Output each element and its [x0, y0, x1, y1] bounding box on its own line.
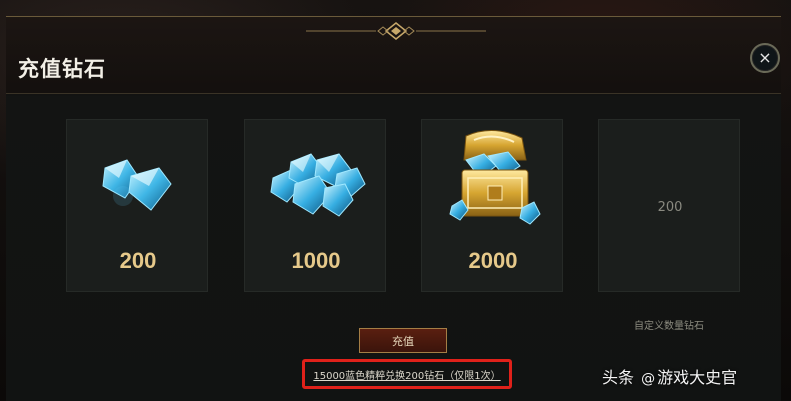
watermark-at: @ — [641, 371, 656, 387]
close-icon: × — [758, 48, 772, 67]
diamond-amount: 200 — [119, 248, 157, 273]
diamond-pile-icon — [270, 153, 366, 217]
diamond-small-icon — [102, 159, 172, 211]
diamond-option-card-200[interactable]: 200 — [66, 119, 208, 292]
diamond-amount: 1000 — [291, 248, 341, 273]
diamond-option-card-2000[interactable]: 2000 — [421, 119, 563, 292]
modal-title: 充值钻石 — [18, 57, 106, 81]
custom-amount-value[interactable]: 200 — [599, 200, 741, 215]
close-button[interactable]: × — [750, 43, 780, 73]
diamond-amount: 2000 — [468, 248, 518, 273]
recharge-diamond-modal: 充值钻石 × 200 1000 2000 200 自定义数量钻石 充值 1500… — [6, 16, 781, 401]
exchange-essence-link[interactable]: 15000蓝色精粹兑换200钻石（仅限1次） — [305, 367, 509, 382]
custom-diamond-card[interactable]: 200 — [598, 119, 740, 292]
exchange-highlight-box: 15000蓝色精粹兑换200钻石（仅限1次） — [302, 359, 512, 389]
watermark-brand: 头条 — [602, 368, 635, 387]
top-ornament-icon — [306, 22, 486, 40]
watermark: 头条 @ 游戏大史官 — [602, 364, 737, 388]
custom-amount-label: 自定义数量钻石 — [634, 321, 704, 332]
diamond-option-card-1000[interactable]: 1000 — [244, 119, 386, 292]
recharge-button[interactable]: 充值 — [359, 328, 447, 353]
diamond-chest-icon — [449, 130, 541, 225]
watermark-account: 游戏大史官 — [657, 368, 738, 387]
